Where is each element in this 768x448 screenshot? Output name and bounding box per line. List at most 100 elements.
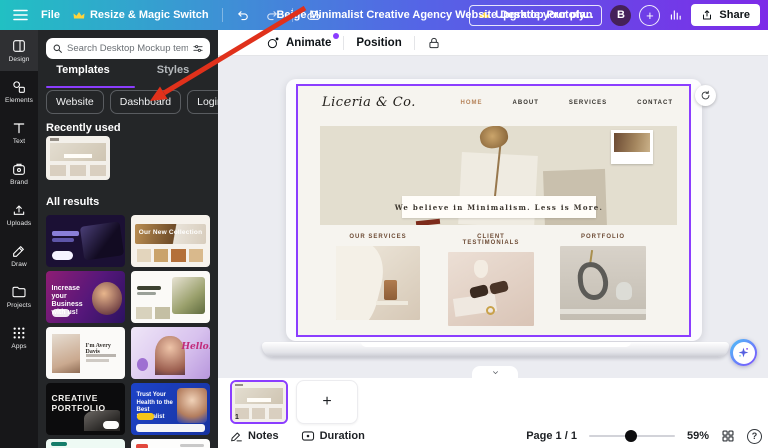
chip-login[interactable]: Login — [187, 90, 218, 114]
text-icon — [11, 120, 27, 136]
template-thumbnail-avery-portfolio[interactable]: I'm Avery Davis — [46, 327, 125, 379]
share-icon — [701, 9, 713, 21]
recently-used-heading: Recently used — [46, 122, 121, 134]
tab-templates[interactable]: Templates — [38, 64, 128, 88]
design-section-services: OUR SERVICES — [336, 234, 420, 320]
thumbnail-text: CREATIVEPORTFOLIO — [52, 394, 106, 413]
help-button[interactable]: ? — [747, 429, 762, 444]
template-thumbnail-creative-portfolio[interactable]: CREATIVEPORTFOLIO — [46, 383, 125, 435]
hamburger-menu-icon[interactable] — [13, 9, 28, 21]
chip-website[interactable]: Website — [46, 90, 104, 114]
thumbnail-text: Our New Collection — [137, 229, 203, 236]
mini-site-preview — [46, 136, 110, 180]
template-grid: Our New Collection Increase your Busines… — [46, 215, 210, 448]
duration-icon — [301, 430, 315, 442]
insights-chart-icon[interactable] — [668, 8, 683, 22]
templates-panel: Templates Styles Website Dashboard Login… — [38, 30, 218, 448]
laptop-mockup-base[interactable] — [262, 342, 729, 357]
draw-icon — [11, 243, 27, 259]
sidebar-item-apps[interactable]: Apps — [0, 317, 38, 358]
projects-icon — [11, 284, 27, 300]
design-logo: Liceria & Co. — [322, 95, 416, 110]
template-thumbnail-teal[interactable] — [46, 439, 125, 448]
template-thumbnail-health[interactable]: Trust Your Health to the Best Specialist — [131, 383, 210, 435]
template-thumbnail-light[interactable] — [131, 439, 210, 448]
crown-icon — [73, 11, 85, 20]
undo-button[interactable] — [236, 8, 251, 23]
brand-icon — [11, 161, 27, 177]
template-thumbnail-dark-tech[interactable] — [46, 215, 125, 267]
tab-styles[interactable]: Styles — [128, 64, 218, 88]
apps-icon — [11, 325, 27, 341]
page-number-badge: 1 — [235, 414, 239, 421]
design-icon — [11, 38, 27, 54]
search-input[interactable] — [67, 43, 188, 54]
sidebar-item-design[interactable]: Design — [0, 30, 38, 71]
top-bar: File Resize & Magic Switch Beige Minimal… — [0, 0, 768, 30]
chevron-down-icon — [491, 369, 500, 376]
left-sidebar: Design Elements Text Brand Uploads Draw … — [0, 30, 38, 448]
rotate-icon — [700, 90, 711, 101]
page-indicator: Page 1 / 1 — [526, 430, 577, 442]
sidebar-item-uploads[interactable]: Uploads — [0, 194, 38, 235]
duration-button[interactable]: Duration — [301, 430, 365, 442]
magic-assistant-button[interactable] — [730, 339, 757, 366]
design-hero-image: We believe in Minimalism. Less is More. — [320, 126, 677, 225]
collapse-pages-tab[interactable] — [472, 366, 518, 378]
mini-site-preview — [232, 382, 286, 422]
new-feature-dot — [333, 33, 339, 39]
animate-icon — [266, 36, 280, 50]
add-page-button[interactable]: + — [296, 380, 358, 424]
design-nav-contact: CONTACT — [637, 100, 673, 106]
design-nav-services: SERVICES — [569, 100, 607, 106]
sidebar-item-elements[interactable]: Elements — [0, 71, 38, 112]
notes-button[interactable]: Notes — [230, 430, 279, 443]
sidebar-item-label: Uploads — [7, 220, 32, 227]
account-avatar[interactable]: B — [610, 5, 631, 26]
canva-editor: File Resize & Magic Switch Beige Minimal… — [0, 0, 768, 448]
sidebar-item-brand[interactable]: Brand — [0, 153, 38, 194]
grid-view-icon[interactable] — [721, 429, 735, 443]
position-button[interactable]: Position — [344, 30, 413, 56]
page-1-thumbnail[interactable]: 1 — [230, 380, 288, 424]
zoom-slider-knob[interactable] — [625, 430, 637, 442]
design-nav-home: HOME — [461, 100, 483, 106]
sidebar-item-draw[interactable]: Draw — [0, 235, 38, 276]
resize-magic-switch-button[interactable]: Resize & Magic Switch — [73, 9, 209, 21]
rotate-element-button[interactable] — [695, 85, 716, 106]
lock-button[interactable] — [415, 30, 453, 56]
recently-used-template-thumbnail[interactable] — [46, 136, 110, 180]
thumbnail-text: I'm Avery Davis — [86, 343, 122, 355]
zoom-slider[interactable] — [589, 435, 675, 437]
sidebar-item-projects[interactable]: Projects — [0, 276, 38, 317]
sidebar-item-text[interactable]: Text — [0, 112, 38, 153]
canvas-area[interactable]: Liceria & Co. HOME ABOUT SERVICES CONTAC… — [218, 56, 768, 378]
design-polaroid — [611, 130, 653, 164]
document-title[interactable]: Beige Minimalist Creative Agency Website… — [276, 0, 593, 30]
notes-pen-icon — [230, 430, 243, 443]
animate-button[interactable]: Animate — [254, 30, 343, 56]
template-thumbnail-food-green[interactable] — [131, 271, 210, 323]
thumbnail-text: Hello! — [182, 342, 210, 352]
template-thumbnail-hello[interactable]: Hello! — [131, 327, 210, 379]
file-menu-button[interactable]: File — [41, 9, 60, 21]
share-button[interactable]: Share — [691, 4, 760, 26]
sidebar-item-label: Design — [9, 56, 30, 63]
zoom-level[interactable]: 59% — [687, 430, 709, 442]
context-toolbar: Animate Position — [218, 30, 768, 56]
template-search-bar[interactable] — [46, 38, 210, 59]
template-thumbnail-increase-business[interactable]: Increase your Business with us! — [46, 271, 125, 323]
search-icon — [52, 43, 63, 54]
design-headline-banner: We believe in Minimalism. Less is More. — [402, 196, 596, 218]
template-thumbnail-new-collection[interactable]: Our New Collection — [131, 215, 210, 267]
lock-icon — [427, 36, 441, 50]
sidebar-item-label: Apps — [11, 343, 26, 350]
website-design-selected[interactable]: Liceria & Co. HOME ABOUT SERVICES CONTAC… — [296, 84, 691, 337]
chip-dashboard[interactable]: Dashboard — [110, 90, 181, 114]
add-member-button[interactable]: + — [639, 5, 660, 26]
design-nav: HOME ABOUT SERVICES CONTACT — [461, 100, 673, 106]
design-header: Liceria & Co. HOME ABOUT SERVICES CONTAC… — [298, 86, 689, 124]
elements-icon — [11, 79, 27, 95]
filter-sliders-icon[interactable] — [192, 43, 204, 54]
active-tab-underline — [46, 86, 135, 88]
